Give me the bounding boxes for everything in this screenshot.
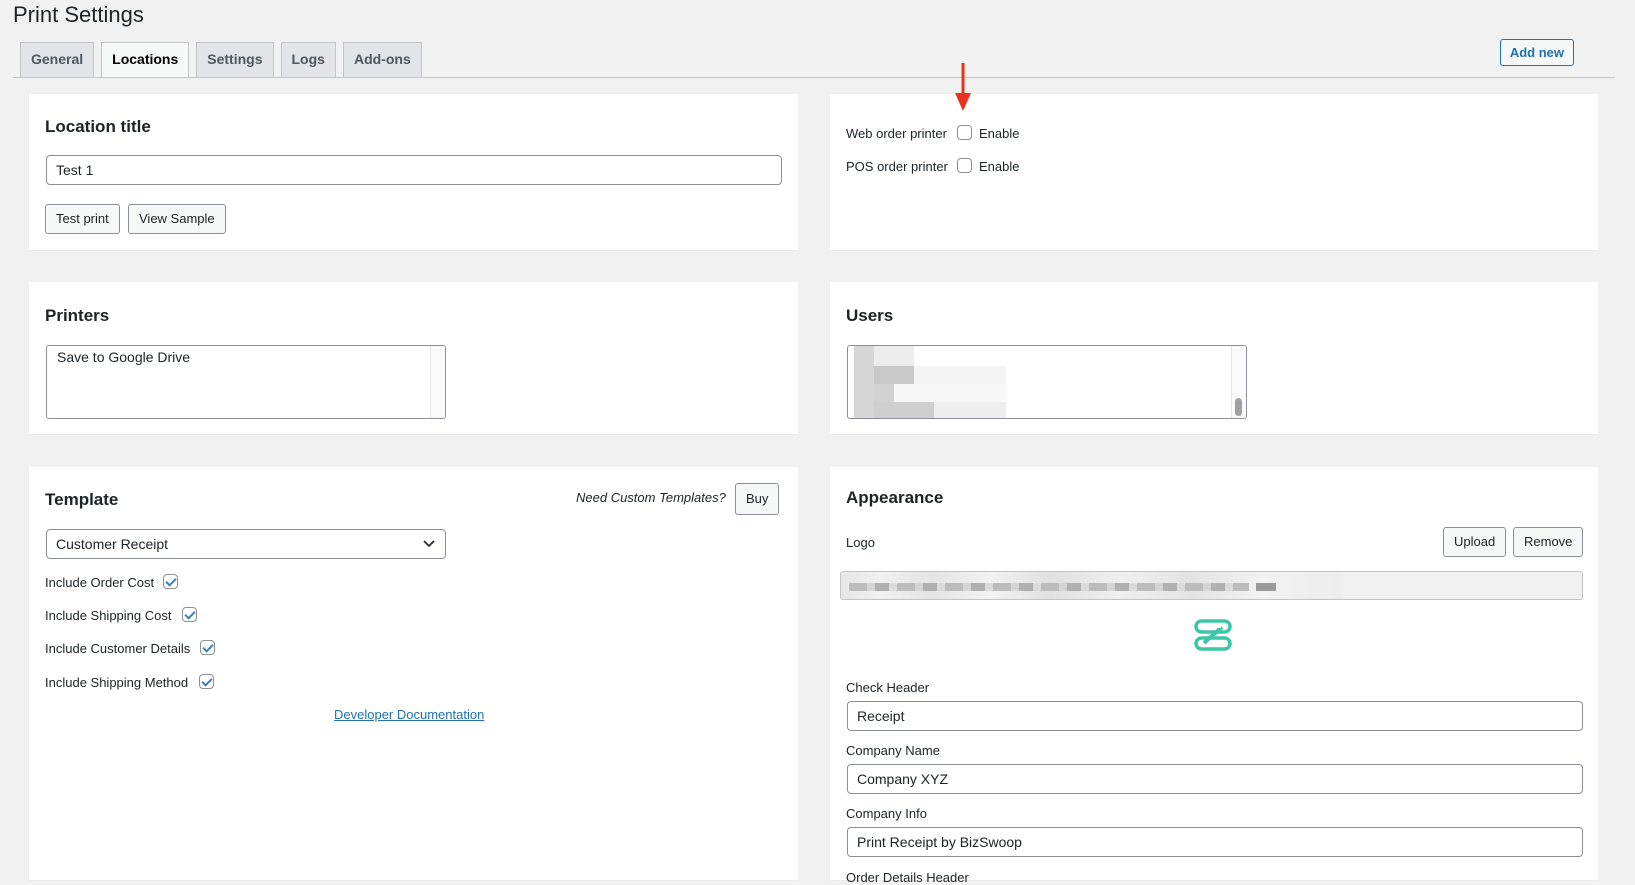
users-scrollbar[interactable] bbox=[1231, 346, 1246, 418]
appearance-heading: Appearance bbox=[846, 488, 944, 507]
include-shipping-cost-label: Include Shipping Cost bbox=[45, 608, 172, 623]
users-heading: Users bbox=[846, 306, 894, 325]
page-title: Print Settings bbox=[13, 2, 144, 27]
add-new-button[interactable]: Add new bbox=[1499, 39, 1574, 66]
template-select-value: Customer Receipt bbox=[56, 536, 169, 552]
include-shipping-method-checkbox[interactable] bbox=[199, 674, 214, 689]
company-name-label: Company Name bbox=[846, 743, 940, 758]
tab-general[interactable]: General bbox=[20, 42, 95, 77]
remove-button[interactable]: Remove bbox=[1513, 527, 1584, 557]
printers-card: Printers Save to Google Drive bbox=[29, 282, 798, 434]
view-sample-button[interactable]: View Sample bbox=[128, 204, 226, 234]
company-info-input[interactable] bbox=[847, 827, 1583, 857]
template-select[interactable]: Customer Receipt bbox=[46, 529, 446, 559]
bizswoop-logo-icon bbox=[1194, 619, 1232, 651]
pos-order-printer-label: POS order printer bbox=[846, 159, 948, 174]
check-header-input[interactable] bbox=[847, 701, 1583, 731]
tab-settings[interactable]: Settings bbox=[196, 42, 274, 77]
buy-button[interactable]: Buy bbox=[735, 483, 780, 515]
printer-option[interactable]: Save to Google Drive bbox=[57, 349, 190, 365]
include-customer-details-checkbox[interactable] bbox=[200, 640, 215, 655]
include-order-cost-checkbox[interactable] bbox=[163, 574, 178, 589]
pos-order-printer-enable-label: Enable bbox=[979, 159, 1020, 174]
location-card: Location title Test print View Sample bbox=[29, 94, 798, 250]
pos-order-printer-checkbox[interactable] bbox=[957, 158, 972, 173]
check-header-label: Check Header bbox=[846, 680, 930, 695]
include-shipping-method-label: Include Shipping Method bbox=[45, 675, 189, 690]
developer-documentation-link[interactable]: Developer Documentation bbox=[334, 707, 484, 722]
include-customer-details-label: Include Customer Details bbox=[45, 641, 191, 656]
web-order-printer-checkbox[interactable] bbox=[957, 125, 972, 140]
logo-label: Logo bbox=[846, 535, 875, 550]
company-info-label: Company Info bbox=[846, 806, 927, 821]
order-details-header-label: Order Details Header bbox=[846, 870, 969, 885]
tab-logs[interactable]: Logs bbox=[280, 42, 336, 77]
include-order-cost-label: Include Order Cost bbox=[45, 575, 155, 590]
web-order-printer-enable-label: Enable bbox=[979, 126, 1020, 141]
template-heading: Template bbox=[45, 490, 119, 509]
order-printers-card: Web order printer Enable POS order print… bbox=[830, 94, 1598, 250]
include-shipping-cost-checkbox[interactable] bbox=[182, 607, 197, 622]
custom-templates-prompt: Need Custom Templates? bbox=[576, 490, 726, 505]
location-title-heading: Location title bbox=[45, 117, 151, 136]
company-name-input[interactable] bbox=[847, 764, 1583, 794]
test-print-button[interactable]: Test print bbox=[45, 204, 120, 234]
appearance-card: Appearance Logo Upload Remove Check Head… bbox=[830, 467, 1598, 885]
logo-url-field[interactable] bbox=[840, 571, 1583, 600]
users-scroll-thumb[interactable] bbox=[1235, 398, 1242, 416]
redacted-logo-url bbox=[841, 572, 1341, 599]
users-listbox[interactable] bbox=[847, 345, 1247, 419]
annotation-arrow-icon bbox=[955, 63, 971, 111]
web-order-printer-label: Web order printer bbox=[846, 126, 947, 141]
redacted-user-list bbox=[854, 346, 1006, 418]
users-card: Users bbox=[830, 282, 1598, 434]
tab-divider bbox=[13, 77, 1615, 78]
printers-heading: Printers bbox=[45, 306, 110, 325]
printers-scrollbar[interactable] bbox=[430, 346, 445, 418]
chevron-down-icon bbox=[423, 540, 435, 548]
template-card: Template Need Custom Templates? Buy Cust… bbox=[29, 467, 798, 880]
upload-button[interactable]: Upload bbox=[1443, 527, 1507, 557]
printers-listbox[interactable]: Save to Google Drive bbox=[46, 345, 446, 419]
tab-bar: General Locations Settings Logs Add-ons bbox=[20, 42, 429, 78]
tab-locations[interactable]: Locations bbox=[101, 42, 190, 78]
location-title-input[interactable] bbox=[46, 155, 782, 185]
tab-add-ons[interactable]: Add-ons bbox=[342, 42, 422, 77]
